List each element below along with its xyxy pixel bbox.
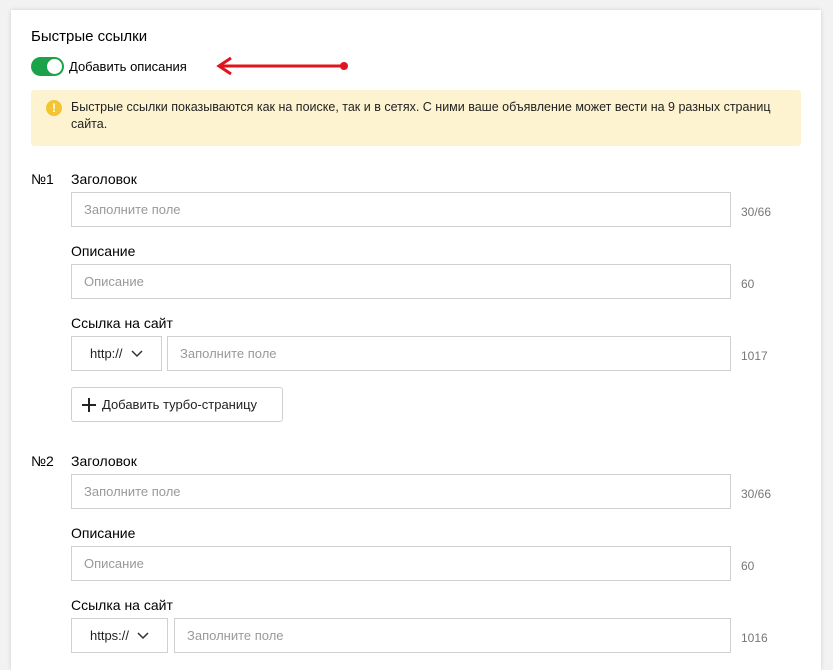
descriptions-toggle-row[interactable]: Добавить описания <box>31 56 187 76</box>
url-counter-1: 1017 <box>741 349 768 363</box>
title-input-2[interactable]: Заполните поле <box>71 474 731 509</box>
url-input-1[interactable]: Заполните поле <box>167 336 731 371</box>
turbo-button-label: Добавить турбо-страницу <box>102 397 258 412</box>
add-turbo-page-button[interactable]: Добавить турбо-страницу <box>71 387 283 422</box>
protocol-value-1: http:// <box>90 346 123 361</box>
info-notice: ! Быстрые ссылки показываются как на пои… <box>31 90 801 146</box>
descriptions-toggle[interactable] <box>31 56 64 76</box>
warning-icon: ! <box>46 100 62 116</box>
toggle-label: Добавить описания <box>69 58 187 74</box>
url-label-2: Ссылка на сайт <box>71 597 173 613</box>
link-number-1: №1 <box>31 171 54 187</box>
title-counter-1: 30/66 <box>741 205 772 219</box>
title-input-1[interactable]: Заполните поле <box>71 192 731 227</box>
link-number-2: №2 <box>31 453 54 469</box>
toggle-knob <box>47 58 62 74</box>
chevron-down-icon <box>131 349 143 357</box>
description-input-1[interactable]: Описание <box>71 264 731 299</box>
protocol-select-1[interactable]: http:// <box>71 336 162 371</box>
title-counter-2: 30/66 <box>741 487 772 501</box>
quick-links-card: Быстрые ссылки Добавить описания ! Быстр… <box>11 10 821 670</box>
protocol-select-2[interactable]: https:// <box>71 618 168 653</box>
url-label-1: Ссылка на сайт <box>71 315 173 331</box>
chevron-down-icon <box>137 631 149 639</box>
url-input-2[interactable]: Заполните поле <box>174 618 731 653</box>
section-title: Быстрые ссылки <box>31 28 148 45</box>
title-label-1: Заголовок <box>71 171 137 187</box>
description-counter-2: 60 <box>741 559 755 573</box>
plus-icon <box>82 397 96 412</box>
description-counter-1: 60 <box>741 277 755 291</box>
description-input-2[interactable]: Описание <box>71 546 731 581</box>
title-label-2: Заголовок <box>71 453 137 469</box>
url-counter-2: 1016 <box>741 631 768 645</box>
red-arrow-annotation <box>216 56 348 76</box>
notice-text: Быстрые ссылки показываются как на поиск… <box>71 100 771 131</box>
description-label-1: Описание <box>71 243 136 259</box>
description-label-2: Описание <box>71 525 136 541</box>
protocol-value-2: https:// <box>90 628 130 643</box>
